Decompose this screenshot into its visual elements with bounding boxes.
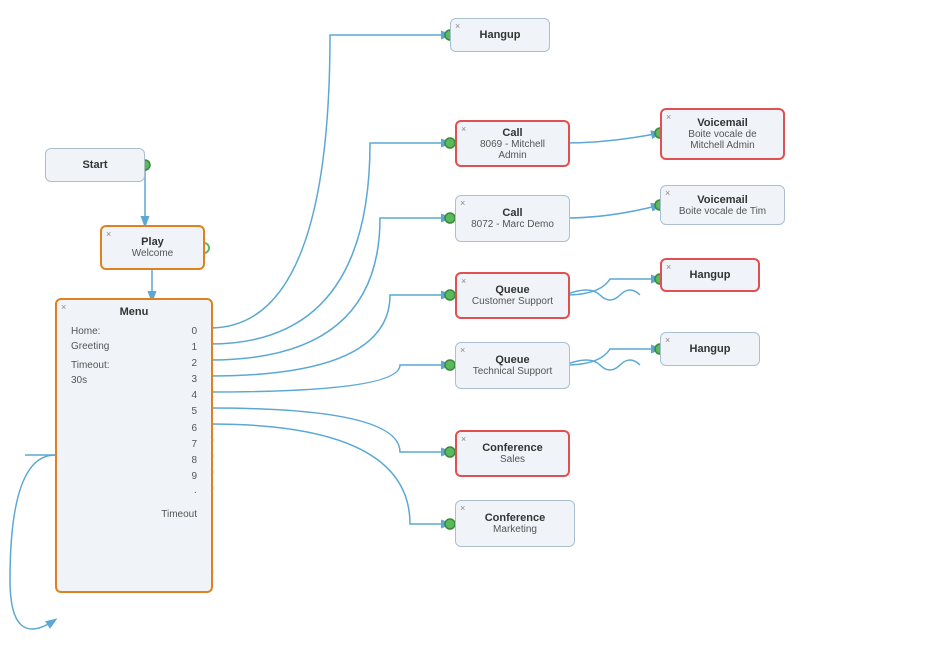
hangup2-label: Hangup <box>690 269 731 281</box>
conf-sales-close-icon[interactable]: × <box>461 434 466 444</box>
call8069-sub: 8069 - Mitchell Admin <box>465 139 560 161</box>
start-node[interactable]: Start <box>45 148 145 182</box>
conf-sales-sub: Sales <box>500 454 525 465</box>
conf-mktg-sub: Marketing <box>493 524 537 535</box>
hangup1-close-icon[interactable]: × <box>455 21 460 31</box>
voicemail1-close-icon[interactable]: × <box>666 112 671 122</box>
voicemail2-sub: Boite vocale de Tim <box>679 206 766 217</box>
play-sub: Welcome <box>132 248 174 259</box>
hangup3-close-icon[interactable]: × <box>665 335 670 345</box>
voicemail1-sub: Boite vocale de Mitchell Admin <box>688 129 756 151</box>
menu-title: Menu <box>67 306 201 318</box>
hangup3-label: Hangup <box>690 343 731 355</box>
menu-info: Home: Greeting Timeout: 30s <box>71 324 110 523</box>
hangup2-node[interactable]: × Hangup <box>660 258 760 292</box>
conf-sales-node[interactable]: × Conference Sales <box>455 430 570 477</box>
voicemail2-title: Voicemail <box>697 194 748 206</box>
queue-ts-sub: Technical Support <box>473 366 553 377</box>
conf-mktg-title: Conference <box>485 512 546 524</box>
hangup2-close-icon[interactable]: × <box>666 262 671 272</box>
voicemail2-node[interactable]: × Voicemail Boite vocale de Tim <box>660 185 785 225</box>
call8072-close-icon[interactable]: × <box>460 198 465 208</box>
menu-numbers: 0 1 2 3 4 5 6 7 8 9 · Timeout <box>161 324 197 523</box>
hangup1-node[interactable]: × Hangup <box>450 18 550 52</box>
queue-ts-node[interactable]: × Queue Technical Support <box>455 342 570 389</box>
call8069-title: Call <box>502 127 522 139</box>
hangup3-node[interactable]: × Hangup <box>660 332 760 366</box>
start-label: Start <box>82 159 107 171</box>
voicemail2-close-icon[interactable]: × <box>665 188 670 198</box>
queue-ts-close-icon[interactable]: × <box>460 345 465 355</box>
conf-mktg-node[interactable]: × Conference Marketing <box>455 500 575 547</box>
hangup1-label: Hangup <box>480 29 521 41</box>
call8072-node[interactable]: × Call 8072 - Marc Demo <box>455 195 570 242</box>
queue-cs-sub: Customer Support <box>472 296 553 307</box>
conf-mktg-close-icon[interactable]: × <box>460 503 465 513</box>
queue-cs-close-icon[interactable]: × <box>461 276 466 286</box>
queue-cs-node[interactable]: × Queue Customer Support <box>455 272 570 319</box>
menu-node[interactable]: × Menu Home: Greeting Timeout: 30s 0 1 2… <box>55 298 213 593</box>
play-node[interactable]: × Play Welcome <box>100 225 205 270</box>
voicemail1-node[interactable]: × Voicemail Boite vocale de Mitchell Adm… <box>660 108 785 160</box>
play-title: Play <box>141 236 164 248</box>
queue-ts-title: Queue <box>495 354 529 366</box>
play-close-icon[interactable]: × <box>106 229 111 239</box>
queue-cs-title: Queue <box>495 284 529 296</box>
conf-sales-title: Conference <box>482 442 543 454</box>
menu-close-icon[interactable]: × <box>61 302 66 312</box>
call8069-node[interactable]: × Call 8069 - Mitchell Admin <box>455 120 570 167</box>
voicemail1-title: Voicemail <box>697 117 748 129</box>
call8069-close-icon[interactable]: × <box>461 124 466 134</box>
call8072-sub: 8072 - Marc Demo <box>471 219 554 230</box>
call8072-title: Call <box>502 207 522 219</box>
